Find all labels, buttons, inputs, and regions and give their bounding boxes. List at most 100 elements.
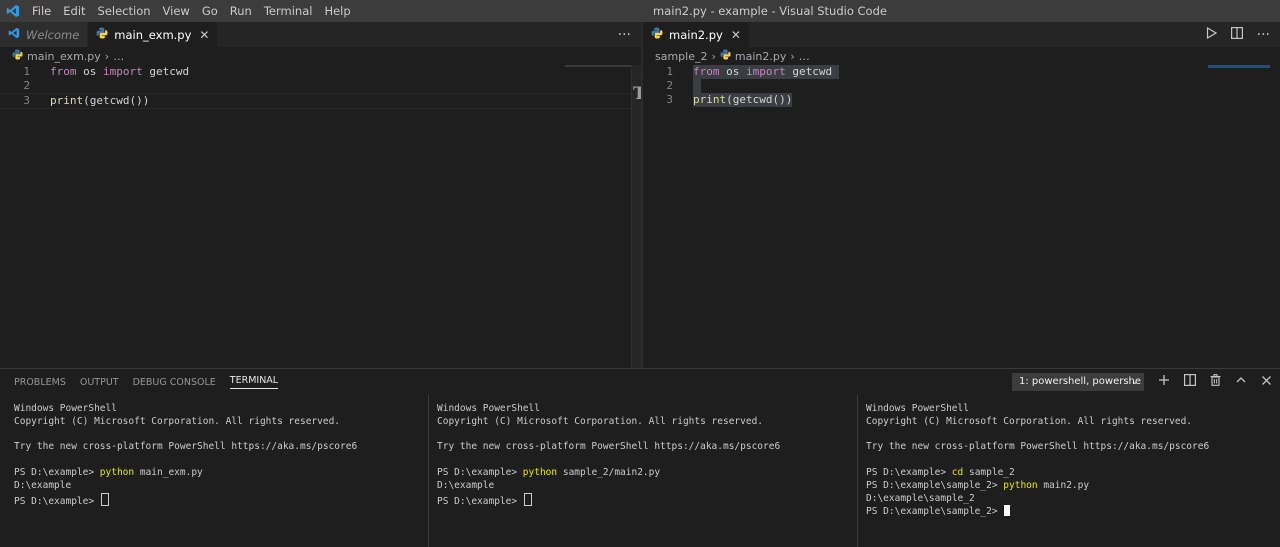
terminal-cursor (523, 492, 532, 506)
name-token: getcwd (142, 65, 190, 78)
code-line: 3 print(getcwd()) (643, 93, 1280, 107)
menu-edit[interactable]: Edit (57, 0, 91, 22)
module-token: os (76, 65, 103, 78)
menu-file[interactable]: File (26, 0, 57, 22)
terminal-line: PS D:\example\sample_2> (866, 505, 1280, 518)
python-file-icon (96, 27, 108, 42)
breadcrumb-file[interactable]: main2.py (735, 50, 786, 63)
tab-label: main2.py (669, 27, 723, 42)
command-args: main_exm.py (134, 466, 203, 478)
tab-debug-console[interactable]: DEBUG CONSOLE (133, 377, 216, 388)
breadcrumb-right: sample_2 › main2.py › … (643, 47, 1280, 65)
terminal-pane-2[interactable]: Windows PowerShell Copyright (C) Microso… (428, 395, 857, 547)
breadcrumb-rest[interactable]: … (799, 50, 810, 63)
prompt: PS D:\example\sample_2> (866, 506, 1004, 518)
args-token: (getcwd()) (726, 93, 793, 106)
function-token: print (693, 93, 727, 106)
more-actions-icon[interactable]: ··· (1257, 27, 1270, 43)
editor-group-right: main2.py ✕ ··· sample_2 › main2.py › … 1… (643, 22, 1280, 368)
terminal-line: Try the new cross-platform PowerShell ht… (14, 441, 358, 453)
split-editor-icon[interactable] (1230, 26, 1243, 43)
tab-welcome[interactable]: Welcome (0, 22, 89, 47)
terminal-line: Windows PowerShell (437, 403, 540, 414)
keyword-token: from (50, 65, 77, 78)
tab-problems[interactable]: PROBLEMS (14, 377, 66, 388)
code-line: 3 print(getcwd()) (0, 93, 641, 109)
terminal-line: Try the new cross-platform PowerShell ht… (866, 441, 1210, 453)
breadcrumb-file[interactable]: main_exm.py (27, 50, 101, 63)
menu-terminal[interactable]: Terminal (258, 0, 319, 22)
terminal-line: PS D:\example> cd sample_2 (866, 467, 1280, 480)
tab-bar-left: Welcome main_exm.py ✕ ··· (0, 22, 641, 47)
split-terminal-icon[interactable] (1184, 374, 1197, 390)
title-bar: File Edit Selection View Go Run Terminal… (0, 0, 1280, 22)
menu-selection[interactable]: Selection (92, 0, 157, 22)
chevron-right-icon: › (790, 49, 795, 63)
keyword-token: import (103, 65, 143, 78)
terminal-line: D:\example\sample_2 (866, 492, 975, 504)
terminal-line: PS D:\example> python sample_2/main2.py (437, 467, 857, 480)
tab-main2-py[interactable]: main2.py ✕ (643, 22, 750, 47)
prompt: PS D:\example> (14, 466, 100, 478)
terminal-line: D:\example (437, 479, 495, 491)
line-number: 3 (666, 93, 673, 106)
line-number: 2 (23, 79, 30, 92)
close-icon[interactable] (1261, 375, 1272, 390)
terminal-select[interactable]: 1: powershell, powershe ⌄ (1012, 373, 1144, 391)
code-editor-left[interactable]: 1 from os import getcwd 2 3 print (getcwd… (0, 65, 641, 109)
command-args: sample_2 (963, 466, 1015, 478)
keyword-token: import (746, 65, 786, 78)
code-editor-right[interactable]: 1 from os import getcwd 2 3 print(getcwd… (643, 65, 1280, 107)
line-number: 3 (23, 94, 30, 107)
code-line: 1 from os import getcwd (0, 65, 641, 79)
editor-area: Welcome main_exm.py ✕ ··· main_exm.py › … (0, 22, 1280, 368)
line-number: 1 (666, 65, 673, 78)
line-number: 1 (23, 65, 30, 78)
minimap-left[interactable] (565, 65, 631, 67)
tab-bar-right: main2.py ✕ ··· (643, 22, 1280, 47)
keyword-token: from (693, 65, 720, 78)
terminal-line: Windows PowerShell (866, 403, 969, 414)
run-icon[interactable] (1206, 26, 1217, 43)
chevron-right-icon: › (104, 49, 110, 63)
terminal-line: Try the new cross-platform PowerShell ht… (437, 441, 781, 453)
trash-icon[interactable] (1210, 374, 1221, 390)
tab-output[interactable]: OUTPUT (80, 377, 119, 388)
tab-terminal[interactable]: TERMINAL (229, 375, 279, 389)
menu-bar: File Edit Selection View Go Run Terminal… (26, 0, 357, 22)
chevron-up-icon[interactable] (1235, 374, 1247, 390)
menu-help[interactable]: Help (318, 0, 356, 22)
tab-main-exm-py[interactable]: main_exm.py ✕ (88, 22, 219, 47)
chevron-right-icon: › (711, 49, 716, 63)
plus-icon[interactable] (1158, 374, 1170, 390)
menu-run[interactable]: Run (224, 0, 258, 22)
terminal-pane-3[interactable]: Windows PowerShell Copyright (C) Microso… (857, 395, 1280, 547)
terminal-pane-1[interactable]: Windows PowerShell Copyright (C) Microso… (14, 395, 422, 547)
terminal-line: PS D:\example> (437, 492, 857, 507)
selection-highlight: print(getcwd()) (693, 93, 793, 107)
command: python (522, 466, 558, 478)
menu-view[interactable]: View (157, 0, 196, 22)
command: python (99, 466, 135, 478)
close-icon[interactable]: ✕ (731, 28, 741, 42)
bottom-panel: PROBLEMS OUTPUT DEBUG CONSOLE TERMINAL 1… (0, 368, 1280, 547)
code-line: 2 (0, 79, 641, 93)
terminal-line: PS D:\example> (14, 492, 422, 507)
tab-label: Welcome (26, 27, 80, 42)
close-icon[interactable]: ✕ (199, 28, 209, 42)
more-actions-icon[interactable]: ··· (618, 27, 631, 43)
args-token: (getcwd()) (83, 94, 150, 107)
terminal-select-value: 1: powershell, powershe (1019, 376, 1142, 387)
breadcrumb-folder[interactable]: sample_2 (655, 50, 708, 63)
terminal-area: Windows PowerShell Copyright (C) Microso… (0, 395, 1280, 547)
vscode-logo-icon (0, 0, 26, 22)
code-line: 2 (643, 79, 1280, 93)
breadcrumb-rest[interactable]: … (113, 50, 124, 63)
menu-go[interactable]: Go (196, 0, 224, 22)
selection-highlight: from os import getcwd (693, 65, 839, 79)
minimap-right[interactable] (1208, 65, 1270, 68)
